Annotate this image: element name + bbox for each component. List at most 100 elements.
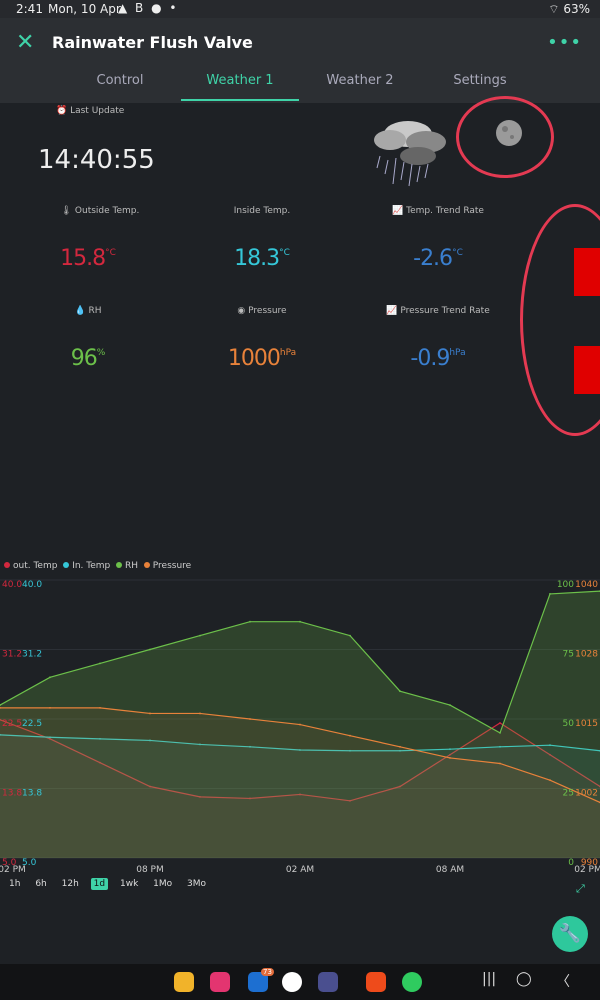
rh-unit: % (96, 348, 106, 358)
app-title: Rainwater Flush Valve (52, 33, 253, 52)
y-tick-label: 50 (563, 719, 575, 729)
range-3mo[interactable]: 3Mo (184, 878, 209, 890)
more-options-icon[interactable]: ••• (547, 32, 582, 53)
x-tick-label: 08 AM (436, 865, 464, 874)
legend-label: Pressure (152, 561, 192, 571)
pressure-number: 1000 (227, 346, 281, 371)
temp-trend-number: -2.6 (413, 246, 453, 271)
legend-label: In. Temp (72, 561, 111, 571)
rh-label: 💧 RH (8, 306, 168, 316)
clock-icon: ⏰ (56, 106, 68, 116)
data-point (499, 732, 501, 734)
x-tick-label: 08 PM (136, 865, 164, 874)
legend-item[interactable]: In. Temp (63, 561, 110, 571)
temp-trend-label-text: Temp. Trend Rate (406, 206, 484, 216)
temp-trend-value: -2.6°C (358, 246, 518, 271)
fullscreen-icon[interactable]: ⤢ (576, 882, 585, 896)
y-tick-label: 1040 (575, 580, 598, 590)
tab-weather-2[interactable]: Weather 2 (300, 73, 420, 88)
thermometer-icon: 🌡 (60, 206, 73, 216)
x-tick-label: 02 AM (286, 865, 314, 874)
y-tick-label: 13.8 (2, 789, 22, 799)
x-tick-label: 02 PM (574, 865, 600, 874)
outside-temp-label-text: Outside Temp. (74, 206, 140, 216)
droplet-icon: 💧 (74, 306, 86, 316)
y-tick-label: 100 (557, 580, 574, 590)
data-point (449, 704, 451, 706)
data-point (399, 745, 401, 748)
range-1mo[interactable]: 1Mo (150, 878, 175, 890)
rh-value: 96% (8, 346, 168, 371)
y-tick-label: 22.5 (22, 719, 42, 729)
inside-temp-label: Inside Temp. (233, 206, 291, 216)
data-point (449, 757, 451, 759)
legend-label: out. Temp (13, 561, 58, 571)
rain-cloud-icon (374, 121, 446, 187)
active-tab-indicator (181, 99, 299, 101)
outside-temp-label: 🌡 Outside Temp. (20, 206, 180, 216)
tab-weather-1[interactable]: Weather 1 (180, 73, 300, 88)
home-icon[interactable]: ◯ (516, 971, 532, 987)
last-update-text: Last Update (70, 106, 125, 116)
pressure-trend-label-text: Pressure Trend Rate (400, 306, 490, 316)
y-tick-label: 1002 (575, 789, 598, 799)
y-tick-label: 31.2 (2, 650, 22, 660)
notification-icons: ▲ B ● • (118, 1, 179, 15)
pressure-trend-unit: hPa (449, 348, 466, 358)
close-icon[interactable]: ✕ (16, 30, 34, 55)
recent-apps-icon[interactable]: ||| (482, 971, 496, 987)
data-point (99, 706, 101, 709)
data-point (349, 734, 351, 737)
app-drawer-icon[interactable] (318, 972, 338, 992)
data-point (549, 779, 551, 782)
data-point (49, 706, 51, 709)
red-indicator (574, 346, 600, 394)
gauge-icon: ◉ (237, 306, 246, 316)
y-tick-label: 13.8 (22, 789, 42, 799)
range-12h[interactable]: 12h (59, 878, 82, 890)
settings-wrench-button[interactable]: 🔧 (552, 916, 588, 952)
aliexpress-app-icon[interactable] (366, 972, 386, 992)
rh-number: 96 (70, 346, 98, 371)
data-point (199, 712, 201, 715)
range-1wk[interactable]: 1wk (117, 878, 141, 890)
range-6h[interactable]: 6h (32, 878, 49, 890)
data-point (99, 662, 101, 665)
files-app-icon[interactable] (174, 972, 194, 992)
legend-item[interactable]: out. Temp (4, 561, 57, 571)
data-point (249, 620, 251, 623)
y-tick-label: 40.0 (22, 580, 42, 590)
data-point (249, 718, 251, 720)
data-point (299, 723, 301, 726)
legend-label: RH (125, 561, 139, 571)
legend-item[interactable]: Pressure (143, 561, 192, 571)
y-tick-label: 22.5 (2, 719, 22, 729)
notification-badge: 73 (261, 968, 274, 976)
weather-chart[interactable]: 40.0 40.0 100 104031.2 31.2 75 102822.5 22.5 50 1… (0, 574, 600, 874)
legend-item[interactable]: RH (116, 561, 138, 571)
chrome-app-icon[interactable] (282, 972, 302, 992)
y-tick-label: 1015 (575, 719, 598, 729)
camera-app-icon[interactable] (210, 972, 230, 992)
temp-trend-unit: °C (452, 248, 463, 258)
data-point (499, 722, 501, 724)
data-point (349, 634, 351, 637)
tab-control[interactable]: Control (60, 73, 180, 88)
range-1h[interactable]: 1h (6, 878, 23, 890)
y-tick-label: 25 (563, 789, 574, 799)
data-point (149, 712, 151, 715)
ewelink-app-icon[interactable] (402, 972, 422, 992)
data-point (49, 676, 51, 679)
wrench-icon: 🔧 (558, 923, 582, 944)
back-icon[interactable]: 〈 (556, 971, 570, 991)
red-indicator (574, 248, 600, 296)
annotation-circle (520, 204, 600, 436)
status-bar: 2:41 Mon, 10 Apr ▲ B ● • ⌔ 63% (0, 0, 600, 18)
pressure-trend-value: -0.9hPa (358, 346, 518, 371)
x-tick-label: 02 PM (0, 865, 26, 874)
status-date: Mon, 10 Apr (48, 2, 121, 16)
tab-settings[interactable]: Settings (420, 73, 540, 88)
pressure-value: 1000hPa (182, 346, 342, 371)
data-point (149, 648, 151, 651)
range-1d[interactable]: 1d (90, 878, 109, 890)
